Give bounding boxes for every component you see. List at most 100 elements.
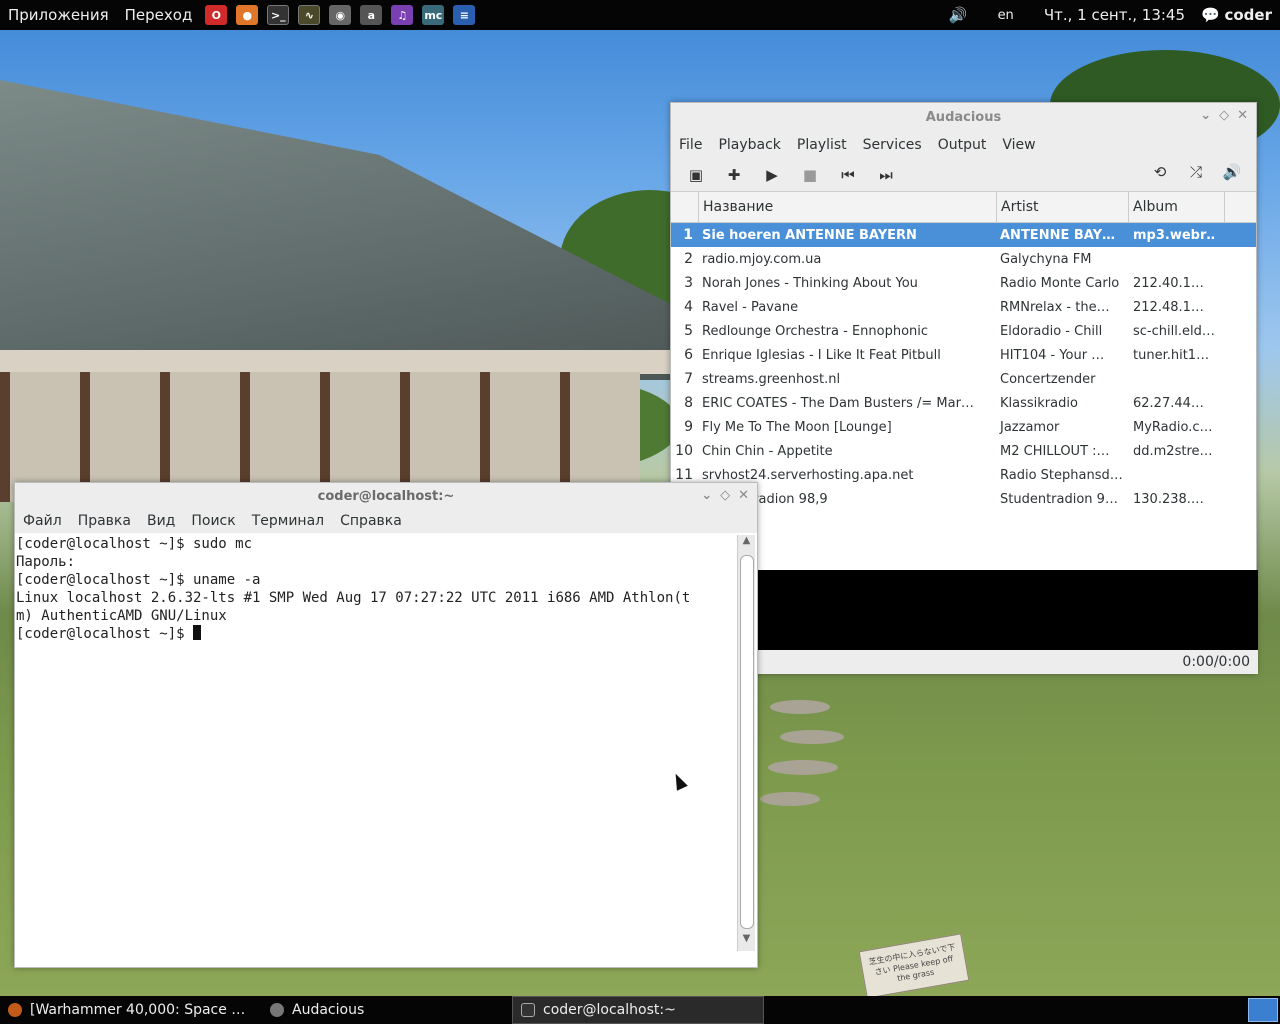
menu-output[interactable]: Output [930,137,995,153]
audacious-title: Audacious [925,109,1002,125]
top-panel: Приложения Переход O ● >_ ∿ ◉ a ♫ mc ≡ 🔊… [0,0,1280,30]
terminal-window: coder@localhost:~ ⌄ ◇ ✕ Файл Правка Вид … [14,482,758,968]
row-artist: HIT104 - Your … [1000,347,1105,363]
row-album: 212.40.1… [1133,275,1204,291]
shuffle-icon[interactable]: ⤮ [1178,163,1214,181]
playlist-row[interactable]: 9 Fly Me To The Moon [Lounge] Jazzamor MyRa… [671,415,1256,439]
clock[interactable]: Чт., 1 сент., 13:45 [1036,6,1193,24]
bottom-panel: [Warhammer 40,000: Space … Audacious cod… [0,996,1280,1024]
row-artist: Klassikradio [1000,395,1078,411]
midnight-commander-launcher-icon[interactable]: mc [422,5,445,25]
scroll-down-icon[interactable]: ▼ [738,933,755,951]
open-files-icon[interactable]: ▣ [677,166,715,184]
user-menu[interactable]: 💬 coder [1193,6,1280,24]
taskbar-item-terminal[interactable]: coder@localhost:~ [512,996,764,1024]
row-number: 2 [684,251,693,267]
audacious-titlebar[interactable]: Audacious ⌄ ◇ ✕ [671,103,1256,131]
user-name: coder [1224,6,1272,24]
volume-icon[interactable]: 🔊 [941,6,976,24]
terminal-output[interactable]: [coder@localhost ~]$ sudo mc Пароль: [code… [15,533,737,967]
minimize-icon[interactable]: ⌄ [701,488,712,503]
menu-terminal[interactable]: Терминал [244,513,332,529]
playlist-row[interactable]: 12Studentradion 98,9Studentradion 9…130.… [671,487,1256,511]
audacious-launcher-icon[interactable]: a [360,5,383,25]
row-number: 7 [684,371,693,387]
playback-time: 0:00/0:00 [1182,654,1250,670]
menu-playback[interactable]: Playback [710,137,788,153]
firefox-launcher-icon[interactable]: ● [236,5,259,25]
row-title: Redlounge Orchestra - Ennophonic [702,323,929,339]
playlist-row[interactable]: 7 streams.greenhost.nl Concertzender [671,367,1256,391]
terminal-prompt: [coder@localhost ~]$ [16,626,194,642]
keyboard-layout[interactable]: en [990,8,1022,23]
row-artist: Eldoradio - Chill [1000,323,1103,339]
column-number[interactable] [671,192,699,222]
previous-icon[interactable]: ⏮ [829,166,867,184]
audacious-statusbar: 0:00/0:00 [671,650,1258,674]
playlist-row[interactable]: 10 Chin Chin - Appetite M2 CHILLOUT :… dd.m… [671,439,1256,463]
volume-icon[interactable]: 🔊 [1214,163,1250,181]
taskbar-item-warhammer[interactable]: [Warhammer 40,000: Space … [0,996,262,1024]
row-number: 4 [684,299,693,315]
menu-file[interactable]: Файл [15,513,70,529]
playlist-row[interactable]: 3 Norah Jones - Thinking About You Radio M… [671,271,1256,295]
terminal-launcher-icon[interactable]: >_ [267,5,290,25]
column-title[interactable]: Название [699,192,997,222]
menu-playlist[interactable]: Playlist [789,137,855,153]
menu-help[interactable]: Справка [332,513,410,529]
playlist-row[interactable]: 11 srvhost24.serverhosting.apa.net Radio S… [671,463,1256,487]
disk-launcher-icon[interactable]: ◉ [329,5,352,25]
menu-edit[interactable]: Правка [70,513,139,529]
applications-menu[interactable]: Приложения [0,6,117,24]
menu-file[interactable]: File [671,137,710,153]
menu-view[interactable]: View [994,137,1043,153]
terminal-menubar: Файл Правка Вид Поиск Терминал Справка [15,509,757,533]
scroll-up-icon[interactable]: ▲ [738,535,755,553]
taskbar-item-audacious[interactable]: Audacious [262,996,512,1024]
row-number: 3 [684,275,693,291]
maximize-icon[interactable]: ◇ [720,488,730,503]
row-number: 9 [684,419,693,435]
row-artist: Radio Stephansd… [1000,467,1123,483]
column-artist[interactable]: Artist [997,192,1129,222]
terminal-titlebar[interactable]: coder@localhost:~ ⌄ ◇ ✕ [15,483,757,509]
playlist-header: Название Artist Album [671,191,1256,223]
playlist-row[interactable]: 5 Redlounge Orchestra - Ennophonic Eldorad… [671,319,1256,343]
stop-icon[interactable]: ■ [791,166,829,184]
podcast-launcher-icon[interactable]: ♫ [391,5,414,25]
row-artist: Galychyna FM [1000,251,1092,267]
chat-bubble-icon: 💬 [1201,6,1220,24]
playlist-row[interactable]: 1 Sie hoeren ANTENNE BAYERN ANTENNE BAY… mp… [671,223,1256,247]
terminal-line: [coder@localhost ~]$ sudo mc [16,536,253,552]
maximize-icon[interactable]: ◇ [1219,108,1229,123]
row-number: 10 [675,443,693,459]
menu-services[interactable]: Services [855,137,930,153]
system-monitor-launcher-icon[interactable]: ∿ [298,5,321,25]
row-title: Sie hoeren ANTENNE BAYERN [702,227,917,243]
playlist-row[interactable]: 6 Enrique Iglesias - I Like It Feat Pitbu… [671,343,1256,367]
minimize-icon[interactable]: ⌄ [1200,108,1211,123]
next-icon[interactable]: ⏭ [867,166,905,184]
terminal-scrollbar[interactable]: ▲ ▼ [737,535,755,951]
close-icon[interactable]: ✕ [738,488,749,503]
workspace-switcher[interactable] [1248,998,1278,1022]
repeat-icon[interactable]: ⟲ [1142,163,1178,181]
play-icon[interactable]: ▶ [753,166,791,184]
scroll-thumb[interactable] [740,555,754,929]
row-title: Ravel - Pavane [702,299,799,315]
menu-search[interactable]: Поиск [183,513,243,529]
audacious-toolbar: ▣ ✚ ▶ ■ ⏮ ⏭ ⟲ ⤮ 🔊 [671,159,1256,191]
menu-view[interactable]: Вид [139,513,183,529]
playlist-row[interactable]: 4 Ravel - Pavane RMNrelax - the… 212.48.1… [671,295,1256,319]
text-editor-launcher-icon[interactable]: ≡ [453,5,476,25]
add-files-icon[interactable]: ✚ [715,166,753,184]
row-title: Norah Jones - Thinking About You [702,275,918,291]
opera-launcher-icon[interactable]: O [205,5,228,25]
column-album[interactable]: Album [1129,192,1225,222]
row-title: srvhost24.serverhosting.apa.net [702,467,914,483]
close-icon[interactable]: ✕ [1237,108,1248,123]
places-menu[interactable]: Переход [117,6,201,24]
row-artist: ANTENNE BAY… [1000,227,1115,243]
playlist-row[interactable]: 8 ERIC COATES - The Dam Busters /= Mar… Kl… [671,391,1256,415]
playlist-row[interactable]: 2 radio.mjoy.com.ua Galychyna FM [671,247,1256,271]
